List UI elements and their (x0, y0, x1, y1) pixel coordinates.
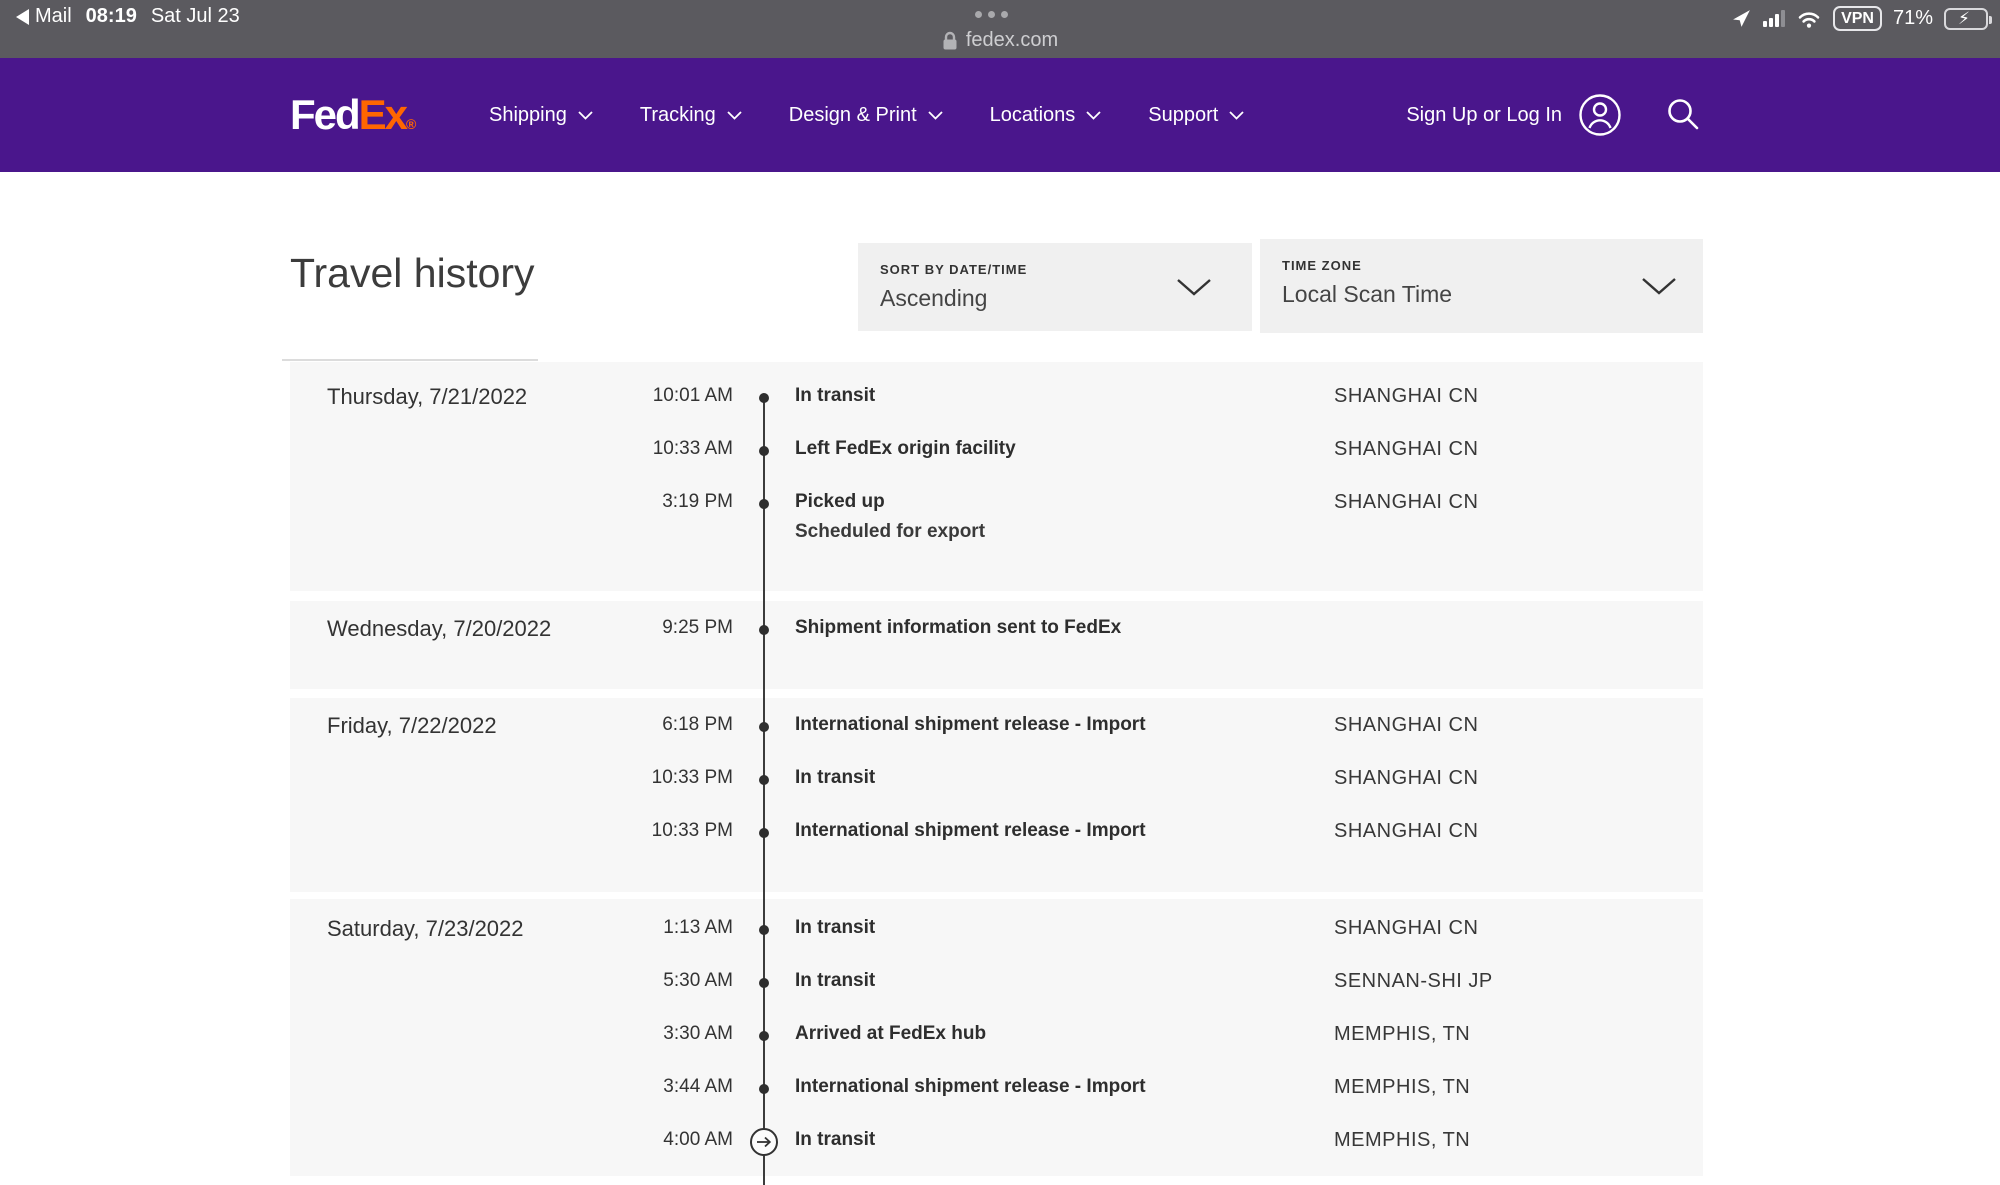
event-status-label: Arrived at FedEx hub (795, 1023, 986, 1045)
event-location-label: SHANGHAI CN (1334, 385, 1478, 408)
event-status-label: In transit (795, 767, 875, 789)
event-status-label: In transit (795, 1129, 875, 1151)
group-date-label: Thursday, 7/21/2022 (327, 384, 527, 410)
event-status-label: Left FedEx origin facility (795, 438, 1016, 460)
event-time-label: 10:33 AM (653, 438, 733, 460)
clock-label: 08:19 (86, 5, 137, 28)
cellular-signal-icon (1763, 10, 1785, 27)
event-time-label: 5:30 AM (663, 970, 733, 992)
event-location-label: MEMPHIS, TN (1334, 1129, 1470, 1152)
event-status-label: In transit (795, 917, 875, 939)
event-status-label: International shipment release - Import (795, 1076, 1146, 1098)
timezone-dropdown-label: TIME ZONE (1282, 258, 1362, 273)
status-bar-right: VPN 71% ⚡ (1731, 6, 1988, 31)
group-date-label: Wednesday, 7/20/2022 (327, 616, 551, 642)
event-status-label: International shipment release - Import (795, 714, 1146, 736)
battery-percent-label: 71% (1893, 7, 1933, 30)
event-time-label: 3:44 AM (663, 1076, 733, 1098)
back-app-label: Mail (35, 5, 72, 28)
status-bar-left: Mail 08:19 Sat Jul 23 (16, 5, 240, 28)
sort-dropdown-label: SORT BY DATE/TIME (880, 262, 1027, 277)
timeline-dot-icon (759, 1084, 769, 1094)
timeline-line (763, 398, 765, 1185)
travel-history-section: Travel history SORT BY DATE/TIME Ascendi… (290, 0, 1703, 1185)
event-time-label: 3:30 AM (663, 1023, 733, 1045)
screen: Mail 08:19 Sat Jul 23 fedex.com VPN (0, 0, 2000, 1185)
group-date-label: Friday, 7/22/2022 (327, 713, 497, 739)
wifi-icon (1796, 9, 1822, 29)
sort-dropdown-value: Ascending (880, 285, 987, 312)
group-date-label: Saturday, 7/23/2022 (327, 916, 524, 942)
event-location-label: SHANGHAI CN (1334, 820, 1478, 843)
event-time-label: 6:18 PM (662, 714, 733, 736)
event-location-label: MEMPHIS, TN (1334, 1023, 1470, 1046)
section-divider (282, 359, 538, 361)
page-title: Travel history (290, 250, 535, 297)
timezone-dropdown-value: Local Scan Time (1282, 281, 1452, 308)
event-status-label: Shipment information sent to FedEx (795, 617, 1121, 639)
event-location-label: SHANGHAI CN (1334, 917, 1478, 940)
vpn-badge: VPN (1833, 6, 1882, 31)
timeline-dot-icon (759, 775, 769, 785)
event-time-label: 10:33 PM (652, 820, 733, 842)
event-substatus-label: Scheduled for export (795, 521, 985, 543)
date-group-block (290, 601, 1703, 689)
event-location-label: MEMPHIS, TN (1334, 1076, 1470, 1099)
event-time-label: 10:33 PM (652, 767, 733, 789)
back-icon (16, 9, 29, 25)
timezone-dropdown[interactable]: TIME ZONE Local Scan Time (1260, 239, 1703, 333)
timeline-dot-icon (759, 499, 769, 509)
event-time-label: 10:01 AM (653, 385, 733, 407)
event-location-label: SHANGHAI CN (1334, 767, 1478, 790)
timeline-dot-icon (759, 925, 769, 935)
event-status-label: Picked up (795, 491, 885, 513)
event-location-label: SENNAN-SHI JP (1334, 970, 1493, 993)
event-location-label: SHANGHAI CN (1334, 714, 1478, 737)
battery-charging-icon: ⚡ (1944, 8, 1988, 30)
timeline-dot-icon (759, 978, 769, 988)
event-location-label: SHANGHAI CN (1334, 438, 1478, 461)
location-arrow-icon (1731, 8, 1752, 29)
timeline-dot-icon (759, 722, 769, 732)
timeline-dot-icon (759, 446, 769, 456)
in-transit-arrow-icon (750, 1128, 778, 1156)
date-label: Sat Jul 23 (151, 5, 240, 28)
event-status-label: International shipment release - Import (795, 820, 1146, 842)
event-status-label: In transit (795, 970, 875, 992)
event-time-label: 3:19 PM (662, 491, 733, 513)
arrow-right-icon (756, 1136, 772, 1148)
sort-by-datetime-dropdown[interactable]: SORT BY DATE/TIME Ascending (858, 243, 1252, 331)
chevron-down-icon (1641, 277, 1677, 296)
event-status-label: In transit (795, 385, 875, 407)
timeline-dot-icon (759, 1031, 769, 1041)
event-location-label: SHANGHAI CN (1334, 491, 1478, 514)
timeline-dot-icon (759, 393, 769, 403)
back-to-mail-button[interactable]: Mail (16, 5, 72, 28)
event-time-label: 4:00 AM (663, 1129, 733, 1151)
chevron-down-icon (1176, 278, 1212, 297)
event-time-label: 9:25 PM (662, 617, 733, 639)
timeline-dot-icon (759, 625, 769, 635)
timeline-dot-icon (759, 828, 769, 838)
event-time-label: 1:13 AM (663, 917, 733, 939)
